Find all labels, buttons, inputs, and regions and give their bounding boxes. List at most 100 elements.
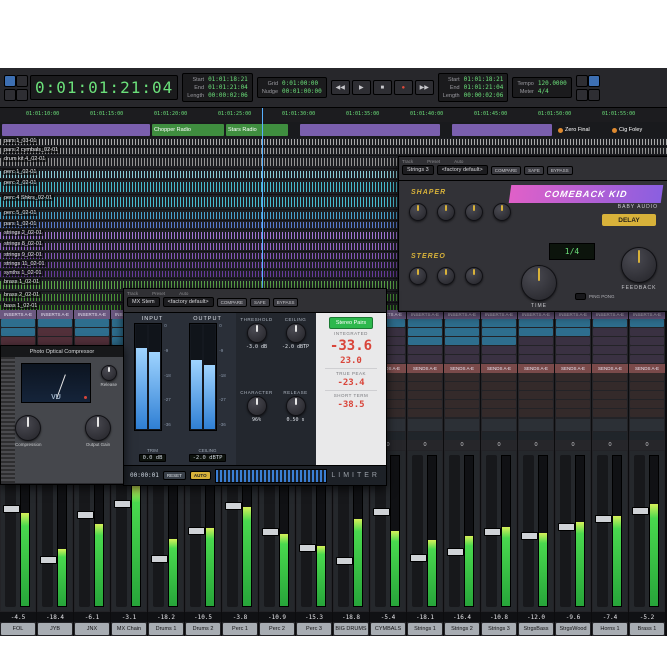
end-value-2[interactable]: 01:01:21:04 xyxy=(464,84,504,91)
send-slot[interactable] xyxy=(445,382,479,390)
session-setup-icon[interactable] xyxy=(575,88,588,101)
insert-slot[interactable] xyxy=(408,355,442,363)
insert-slot[interactable] xyxy=(556,346,590,354)
tempo-value[interactable]: 120.0000 xyxy=(538,80,567,87)
insert-slot[interactable] xyxy=(75,328,109,336)
time-knob[interactable] xyxy=(521,265,557,301)
release-knob[interactable] xyxy=(285,396,306,416)
preset-selector[interactable]: <factory default> xyxy=(436,165,488,175)
release-knob[interactable] xyxy=(100,365,117,381)
send-slot[interactable] xyxy=(519,391,553,399)
track-name-button[interactable]: Perc 1 xyxy=(223,623,257,635)
fader-handle[interactable] xyxy=(336,557,353,566)
safe-button[interactable]: SAFE xyxy=(524,165,544,175)
insert-slot[interactable] xyxy=(482,337,516,345)
play-button[interactable]: ▶ xyxy=(351,80,371,95)
fader-handle[interactable] xyxy=(3,504,20,513)
fader-handle[interactable] xyxy=(410,554,427,563)
volume-readout[interactable]: -3.8 xyxy=(222,612,258,622)
send-slot[interactable] xyxy=(593,391,627,399)
insert-slot[interactable] xyxy=(445,319,479,327)
send-slot[interactable] xyxy=(556,400,590,408)
fader-track[interactable] xyxy=(447,455,464,607)
shaper-knob[interactable] xyxy=(493,203,511,221)
insert-slot[interactable] xyxy=(630,355,664,363)
send-slot[interactable] xyxy=(482,409,516,417)
track-name-button[interactable]: MX Chain xyxy=(112,623,146,635)
insert-slot[interactable] xyxy=(593,337,627,345)
automation-mode[interactable] xyxy=(630,432,664,440)
volume-readout[interactable]: -9.6 xyxy=(555,612,591,622)
track-name-button[interactable]: Drums 1 xyxy=(149,623,183,635)
track-name-button[interactable]: StrgsBass xyxy=(519,623,553,635)
track-name-button[interactable]: Brass 1 xyxy=(630,623,664,635)
timecode-ruler[interactable]: 01:01:10:00 01:01:15:00 01:01:20:00 01:01:2… xyxy=(0,108,667,123)
track-name-button[interactable]: CYMBALS xyxy=(371,623,405,635)
insert-slot[interactable] xyxy=(1,328,35,336)
stop-button[interactable]: ■ xyxy=(372,80,392,95)
fader-handle[interactable] xyxy=(188,526,205,535)
volume-readout[interactable]: -18.2 xyxy=(148,612,184,622)
reset-button[interactable]: RESET xyxy=(162,471,186,480)
send-slot[interactable] xyxy=(519,409,553,417)
insert-slot[interactable] xyxy=(593,319,627,327)
fader-track[interactable] xyxy=(595,455,612,607)
pan-value[interactable]: 0 xyxy=(592,440,628,450)
timeline-marker[interactable]: Cig Foley xyxy=(610,124,660,136)
delay-mode-tab[interactable]: DELAY xyxy=(602,214,656,226)
io-section[interactable] xyxy=(519,419,553,431)
midi-editor-icon[interactable] xyxy=(587,88,600,101)
fader-handle[interactable] xyxy=(77,510,94,519)
select-tool-icon[interactable] xyxy=(4,88,16,101)
insert-slot[interactable] xyxy=(482,346,516,354)
fader-track[interactable] xyxy=(410,455,427,607)
send-slot[interactable] xyxy=(408,391,442,399)
send-slot[interactable] xyxy=(445,391,479,399)
insert-slot[interactable] xyxy=(593,355,627,363)
compression-knob[interactable] xyxy=(15,415,42,441)
insert-slot[interactable] xyxy=(630,337,664,345)
insert-slot[interactable] xyxy=(556,328,590,336)
insert-slot[interactable] xyxy=(630,328,664,336)
track-lane[interactable]: pars 1_03-01 xyxy=(0,138,667,146)
volume-readout[interactable]: -6.1 xyxy=(74,612,110,622)
delay-division-display[interactable]: 1/4 xyxy=(549,243,595,260)
insert-slot[interactable] xyxy=(75,337,109,345)
grabber-tool-icon[interactable] xyxy=(16,88,28,101)
insert-slot[interactable] xyxy=(38,319,72,327)
fast-forward-button[interactable]: ▶▶ xyxy=(414,80,434,95)
io-section[interactable] xyxy=(445,419,479,431)
send-slot[interactable] xyxy=(519,373,553,381)
nudge-value[interactable]: 00:01:00:00 xyxy=(282,88,322,95)
insert-slot[interactable] xyxy=(519,346,553,354)
mix-window-icon[interactable] xyxy=(575,74,588,87)
ping-pong-toggle[interactable] xyxy=(575,293,586,300)
send-slot[interactable] xyxy=(482,391,516,399)
track-name-button[interactable]: Strings 1 xyxy=(408,623,442,635)
fader-handle[interactable] xyxy=(299,544,316,553)
volume-readout[interactable]: -5.2 xyxy=(629,612,665,622)
volume-readout[interactable]: -16.4 xyxy=(444,612,480,622)
fader-handle[interactable] xyxy=(484,527,501,536)
insert-slot[interactable] xyxy=(556,337,590,345)
track-name-button[interactable]: Strings 2 xyxy=(445,623,479,635)
fader-track[interactable] xyxy=(632,455,649,607)
bypass-button[interactable]: BYPASS xyxy=(272,297,299,307)
pan-value[interactable]: 0 xyxy=(518,440,554,450)
track-lane[interactable]: pars 2 cymbals_02-01 xyxy=(0,147,667,155)
preset-selector[interactable]: <factory default> xyxy=(162,297,214,307)
send-slot[interactable] xyxy=(593,373,627,381)
compare-button[interactable]: COMPARE xyxy=(216,297,248,307)
pan-value[interactable]: 0 xyxy=(555,440,591,450)
send-slot[interactable] xyxy=(408,382,442,390)
insert-slot[interactable] xyxy=(556,319,590,327)
fader-handle[interactable] xyxy=(40,555,57,564)
send-slot[interactable] xyxy=(482,373,516,381)
io-section[interactable] xyxy=(408,419,442,431)
fader-handle[interactable] xyxy=(262,528,279,537)
end-value[interactable]: 01:01:21:04 xyxy=(208,84,248,91)
volume-readout[interactable]: -18.8 xyxy=(333,612,369,622)
playhead-cursor[interactable] xyxy=(262,108,263,310)
send-slot[interactable] xyxy=(556,373,590,381)
grid-value[interactable]: 0:01:00:00 xyxy=(282,80,322,87)
